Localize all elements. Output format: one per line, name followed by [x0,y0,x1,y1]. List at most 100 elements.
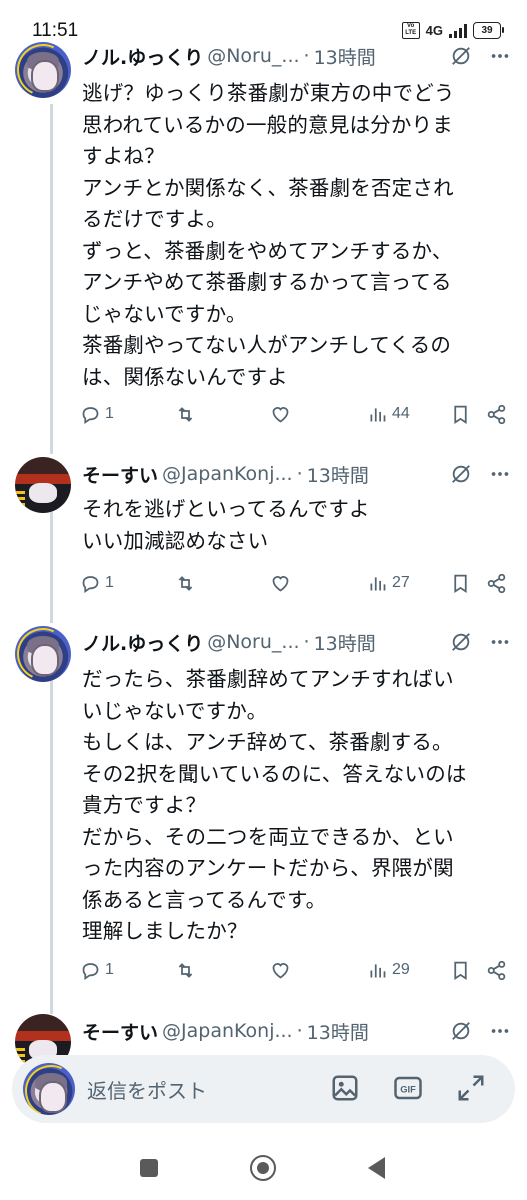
separator: · [296,463,303,485]
retweet-button[interactable] [175,956,196,984]
bookmark-icon [454,961,467,980]
tweet-actions: 1 27 [80,569,510,597]
image-icon[interactable] [330,1073,360,1103]
back-button[interactable] [368,1157,385,1179]
views-icon [370,407,386,421]
bookmark-icon [454,405,467,424]
signal-icon [449,23,467,38]
display-name[interactable]: そーすい [82,1018,158,1045]
views-icon [370,963,386,977]
reply-button[interactable]: 1 [80,400,114,428]
grok-icon[interactable] [450,463,472,485]
share-icon [487,404,506,424]
separator: · [296,1020,303,1042]
timestamp[interactable]: 13時間 [314,43,376,70]
bookmark-button[interactable] [450,569,471,597]
display-name[interactable]: そーすい [82,461,158,488]
reply-icon [82,962,99,980]
view-count: 44 [392,405,410,422]
retweet-button[interactable] [175,569,196,597]
view-count: 27 [392,574,410,591]
tweet-text: だったら、茶番劇辞めてアンチすればい いじゃないですか。 もしくは、アンチ辞めて… [82,667,467,943]
user-handle[interactable]: @JapanKonj... [162,1020,293,1042]
more-icon[interactable] [488,1020,512,1042]
share-icon [487,573,506,593]
retweet-button[interactable] [175,400,196,428]
grok-icon[interactable] [450,45,472,67]
thread-line [50,498,53,623]
reply-count: 1 [105,961,114,978]
retweet-icon [178,406,193,422]
avatar[interactable] [15,42,71,98]
views-button[interactable]: 27 [367,569,410,597]
share-button[interactable] [486,400,507,428]
thread-line [50,104,53,454]
tweet-header: ノル.ゆっくり @Noru_... · 13時間 [82,41,512,71]
timestamp[interactable]: 13時間 [314,629,376,656]
user-handle[interactable]: @Noru_... [207,45,299,67]
tweet-header: そーすい @JapanKonj... · 13時間 [82,459,512,489]
reply-button[interactable]: 1 [80,569,114,597]
status-indicators: Vo LTE 4G 39 [401,22,504,39]
reply-input[interactable]: 返信をポスト [87,1075,207,1104]
separator: · [303,631,310,653]
tweet-actions: 1 29 [80,956,510,984]
reply-button[interactable]: 1 [80,956,114,984]
bookmark-button[interactable] [450,400,471,428]
separator: · [303,45,310,67]
volte-icon: Vo LTE [401,22,420,39]
bookmark-button[interactable] [450,956,471,984]
network-type: 4G [425,23,443,38]
more-icon[interactable] [488,631,512,653]
like-icon [272,962,289,979]
more-icon[interactable] [488,463,512,485]
views-button[interactable]: 44 [367,400,410,428]
recent-apps-button[interactable] [140,1159,158,1177]
share-button[interactable] [486,569,507,597]
views-icon [370,576,386,590]
like-icon [272,575,289,592]
battery-icon: 39 [473,22,504,39]
display-name[interactable]: ノル.ゆっくり [82,629,203,656]
tweet-header: そーすい @JapanKonj... · 13時間 [82,1016,512,1046]
tweet-header: ノル.ゆっくり @Noru_... · 13時間 [82,627,512,657]
avatar[interactable] [15,457,71,513]
grok-icon[interactable] [450,1020,472,1042]
like-button[interactable] [270,400,291,428]
system-nav-bar [0,1138,527,1200]
status-time: 11:51 [32,20,79,41]
more-icon[interactable] [488,45,512,67]
like-button[interactable] [270,569,291,597]
avatar[interactable] [15,626,71,682]
gif-icon[interactable]: GIF [393,1073,423,1103]
status-bar: 11:51 Vo LTE 4G 39 [0,0,527,41]
reply-count: 1 [105,405,114,422]
expand-icon[interactable] [456,1073,486,1103]
home-button[interactable] [250,1155,276,1181]
timestamp[interactable]: 13時間 [307,461,369,488]
retweet-icon [178,962,193,978]
share-button[interactable] [486,956,507,984]
reply-count: 1 [105,574,114,591]
tweet-text: それを逃げといってるんですよ いい加減認めなさい [82,497,370,553]
avatar [23,1063,75,1115]
thread-line [50,679,53,1014]
tweet-actions: 1 44 [80,400,510,428]
tweet-text: 逃げ？ゆっくり茶番劇が東方の中でどう 思われているかの一般的意見は分かりま すよ… [82,81,455,389]
reply-icon [82,406,99,424]
user-handle[interactable]: @JapanKonj... [162,463,293,485]
grok-icon[interactable] [450,631,472,653]
views-button[interactable]: 29 [367,956,410,984]
timestamp[interactable]: 13時間 [307,1018,369,1045]
share-icon [487,960,506,980]
reply-composer[interactable]: 返信をポスト GIF [12,1055,515,1123]
view-count: 29 [392,961,410,978]
retweet-icon [178,575,193,591]
user-handle[interactable]: @Noru_... [207,631,299,653]
display-name[interactable]: ノル.ゆっくり [82,43,203,70]
reply-icon [82,575,99,593]
bookmark-icon [454,574,467,593]
like-icon [272,406,289,423]
like-button[interactable] [270,956,291,984]
gif-label: GIF [400,1084,416,1094]
